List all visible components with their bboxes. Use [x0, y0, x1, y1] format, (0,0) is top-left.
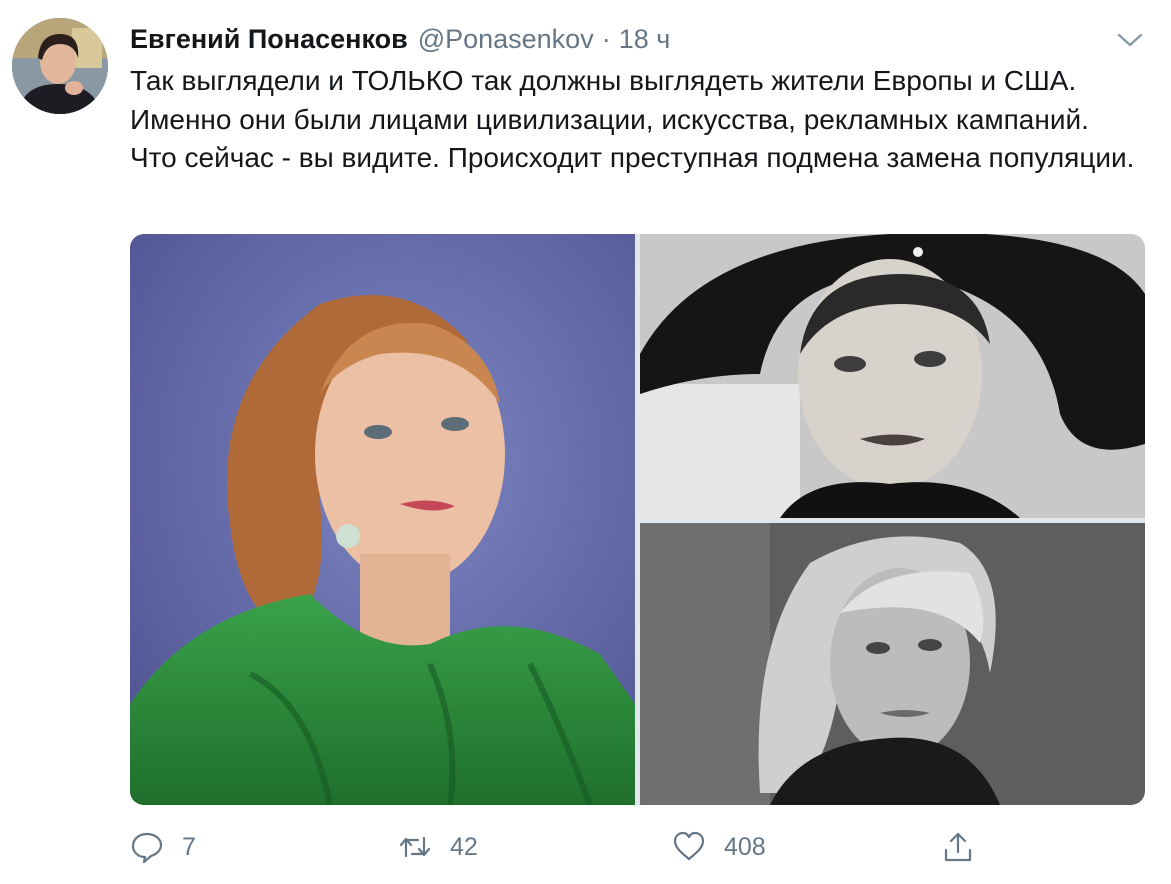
like-count: 408	[724, 832, 766, 861]
like-button[interactable]: 408	[672, 822, 766, 872]
portrait-photo	[640, 234, 1145, 518]
retweet-count: 42	[450, 832, 478, 861]
author-avatar[interactable]	[12, 18, 108, 114]
avatar-photo	[12, 18, 108, 114]
share-icon	[944, 832, 972, 862]
reply-button[interactable]: 7	[130, 822, 196, 872]
tweet-actions: 7 42 408	[0, 822, 1171, 872]
tweet-photo-1[interactable]	[130, 234, 635, 805]
portrait-photo	[640, 523, 1145, 805]
tweet-timestamp[interactable]: 18 ч	[619, 24, 671, 55]
share-button[interactable]	[941, 822, 975, 872]
reply-count: 7	[182, 832, 196, 861]
tweet-media-grid[interactable]	[130, 234, 1145, 805]
tweet: Евгений Понасенков @Ponasenkov · 18 ч Та…	[0, 0, 1171, 884]
more-options-chevron-icon[interactable]	[1116, 30, 1144, 50]
reply-icon	[131, 832, 163, 864]
author-handle[interactable]: @Ponasenkov	[418, 24, 594, 55]
retweet-icon	[399, 836, 431, 858]
like-icon	[673, 831, 705, 861]
tweet-header: Евгений Понасенков @Ponasenkov · 18 ч	[130, 24, 670, 58]
tweet-text: Так выглядели и ТОЛЬКО так должны выгляд…	[130, 65, 1135, 173]
retweet-button[interactable]: 42	[398, 822, 478, 872]
tweet-photo-3[interactable]	[640, 523, 1145, 805]
tweet-photo-2[interactable]	[640, 234, 1145, 518]
portrait-photo	[130, 234, 635, 805]
header-separator: ·	[601, 24, 611, 54]
author-name[interactable]: Евгений Понасенков	[130, 24, 408, 55]
